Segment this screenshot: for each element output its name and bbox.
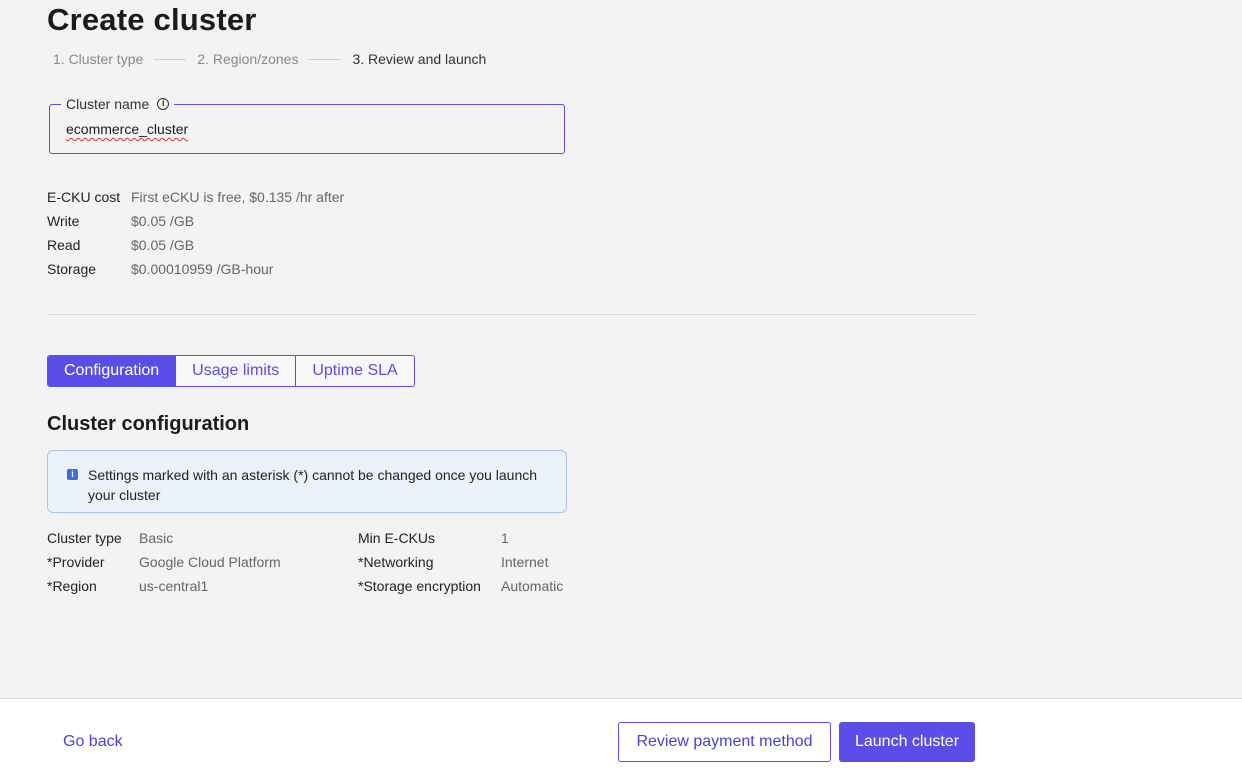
tab-usage-limits[interactable]: Usage limits [175,356,296,386]
step-review-launch: 3. Review and launch [352,51,487,67]
step-region-zones[interactable]: 2. Region/zones [197,51,298,67]
config-value: Basic [139,530,174,546]
info-icon[interactable]: i [157,98,170,110]
section-title: Cluster configuration [47,413,250,435]
config-label: *Provider [47,554,105,570]
page-title: Create cluster [47,2,257,37]
info-notice: i Settings marked with an asterisk (*) c… [47,450,567,513]
config-value: Internet [501,554,549,570]
cost-row: Read $0.05 /GB [47,233,344,257]
step-cluster-type[interactable]: 1. Cluster type [53,51,143,67]
config-label: Cluster type [47,530,122,546]
config-list-right: Min E-CKUs 1 *Networking Internet *Stora… [358,526,563,598]
config-row: Min E-CKUs 1 [358,526,563,550]
cluster-name-field[interactable]: Cluster name i ecommerce_cluster [49,96,565,154]
cost-value: $0.00010959 /GB-hour [131,261,274,277]
config-row: *Storage encryption Automatic [358,574,563,598]
config-row: *Region us-central1 [47,574,281,598]
cost-label: Read [47,237,81,253]
cost-label: Write [47,213,80,229]
info-icon: i [67,469,78,480]
step-separator [154,58,187,60]
footer-bar: Go back Review payment method Launch clu… [0,698,1242,772]
config-value: Automatic [501,578,564,594]
config-value: 1 [501,530,509,546]
step-separator [309,58,342,60]
cost-row: Storage $0.00010959 /GB-hour [47,257,344,281]
cost-label: E-CKU cost [47,189,121,205]
cost-summary: E-CKU cost First eCKU is free, $0.135 /h… [47,185,344,281]
stepper: 1. Cluster type 2. Region/zones 3. Revie… [53,51,486,67]
divider [47,314,975,315]
config-row: *Networking Internet [358,550,563,574]
cost-label: Storage [47,261,97,277]
config-label: *Region [47,578,97,594]
tab-configuration[interactable]: Configuration [48,356,176,386]
config-value: us-central1 [139,578,209,594]
cluster-name-label: Cluster name [66,96,150,112]
config-list-left: Cluster type Basic *Provider Google Clou… [47,526,281,598]
cost-value: First eCKU is free, $0.135 /hr after [131,189,345,205]
config-label: *Networking [358,554,434,570]
create-cluster-page: Create cluster 1. Cluster type 2. Region… [0,0,1242,772]
config-row: Cluster type Basic [47,526,281,550]
cost-value: $0.05 /GB [131,213,195,229]
config-label: *Storage encryption [358,578,481,594]
go-back-link[interactable]: Go back [63,733,123,751]
cost-row: Write $0.05 /GB [47,209,344,233]
cost-value: $0.05 /GB [131,237,195,253]
cluster-name-input[interactable]: ecommerce_cluster [66,121,188,137]
launch-cluster-button[interactable]: Launch cluster [839,722,975,762]
tab-group: Configuration Usage limits Uptime SLA [47,355,415,387]
notice-text: Settings marked with an asterisk (*) can… [88,467,538,503]
tab-uptime-sla[interactable]: Uptime SLA [295,356,414,386]
config-row: *Provider Google Cloud Platform [47,550,281,574]
cluster-name-label-group: Cluster name i [61,96,175,112]
config-label: Min E-CKUs [358,530,436,546]
config-value: Google Cloud Platform [139,554,281,570]
cost-row: E-CKU cost First eCKU is free, $0.135 /h… [47,185,344,209]
review-payment-button[interactable]: Review payment method [618,722,831,762]
